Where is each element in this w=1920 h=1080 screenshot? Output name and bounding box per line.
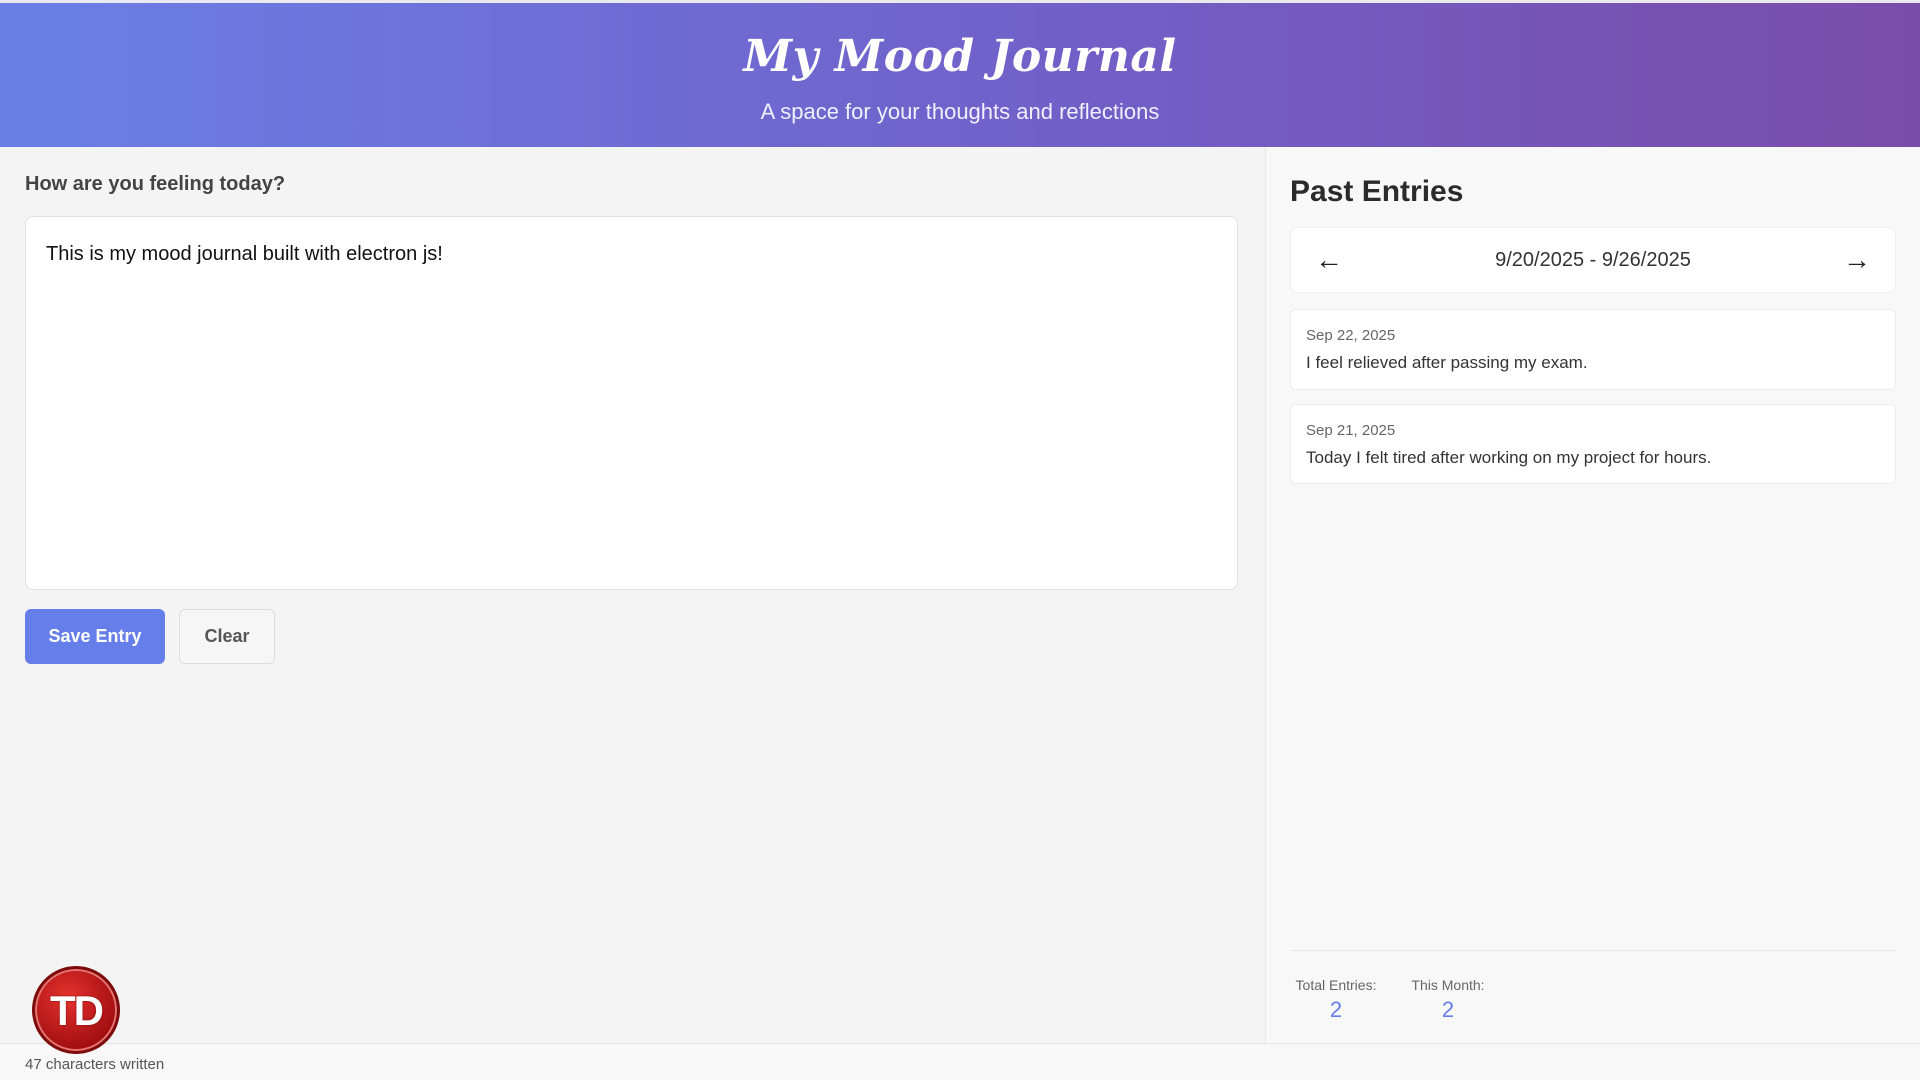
next-week-arrow-icon[interactable]: → [1843,244,1871,276]
total-entries-value: 2 [1329,997,1343,1022]
week-range-label: 9/20/2025 - 9/26/2025 [1495,249,1691,271]
this-month-stat: This Month: 2 [1405,977,1491,1023]
save-entry-button[interactable]: Save Entry [25,609,165,664]
journal-entry-textarea[interactable]: This is my mood journal built with elect… [25,216,1238,590]
app-title: My Mood Journal [743,31,1177,82]
this-month-value: 2 [1441,997,1455,1022]
past-entries-title: Past Entries [1290,175,1464,208]
entry-card[interactable]: Sep 22, 2025 I feel relieved after passi… [1290,309,1896,390]
total-entries-label: Total Entries: [1295,977,1377,993]
character-count: 47 characters written [25,1056,165,1073]
app-header: My Mood Journal A space for your thought… [0,0,1920,147]
feeling-prompt-label: How are you feeling today? [25,173,286,195]
this-month-label: This Month: [1411,977,1485,993]
total-entries-stat: Total Entries: 2 [1290,977,1382,1023]
td-logo-icon: TD [32,966,120,1054]
entry-date: Sep 22, 2025 [1306,327,1396,344]
app-subtitle: A space for your thoughts and reflection… [760,99,1160,124]
status-bar: 47 characters written [0,1043,1920,1080]
past-entries-sidebar: Past Entries ← 9/20/2025 - 9/26/2025 → S… [1265,147,1920,1043]
journal-editor-panel: How are you feeling today? This is my mo… [0,147,1265,1043]
entry-text: I feel relieved after passing my exam. [1306,353,1588,372]
clear-button[interactable]: Clear [179,609,275,664]
logo-text: TD [50,987,104,1034]
week-navigator: ← 9/20/2025 - 9/26/2025 → [1290,227,1896,293]
entry-date: Sep 21, 2025 [1306,422,1396,439]
stats-section: Total Entries: 2 This Month: 2 [1290,950,1896,1022]
entry-text: Today I felt tired after working on my p… [1306,448,1712,467]
entry-card[interactable]: Sep 21, 2025 Today I felt tired after wo… [1290,404,1896,484]
